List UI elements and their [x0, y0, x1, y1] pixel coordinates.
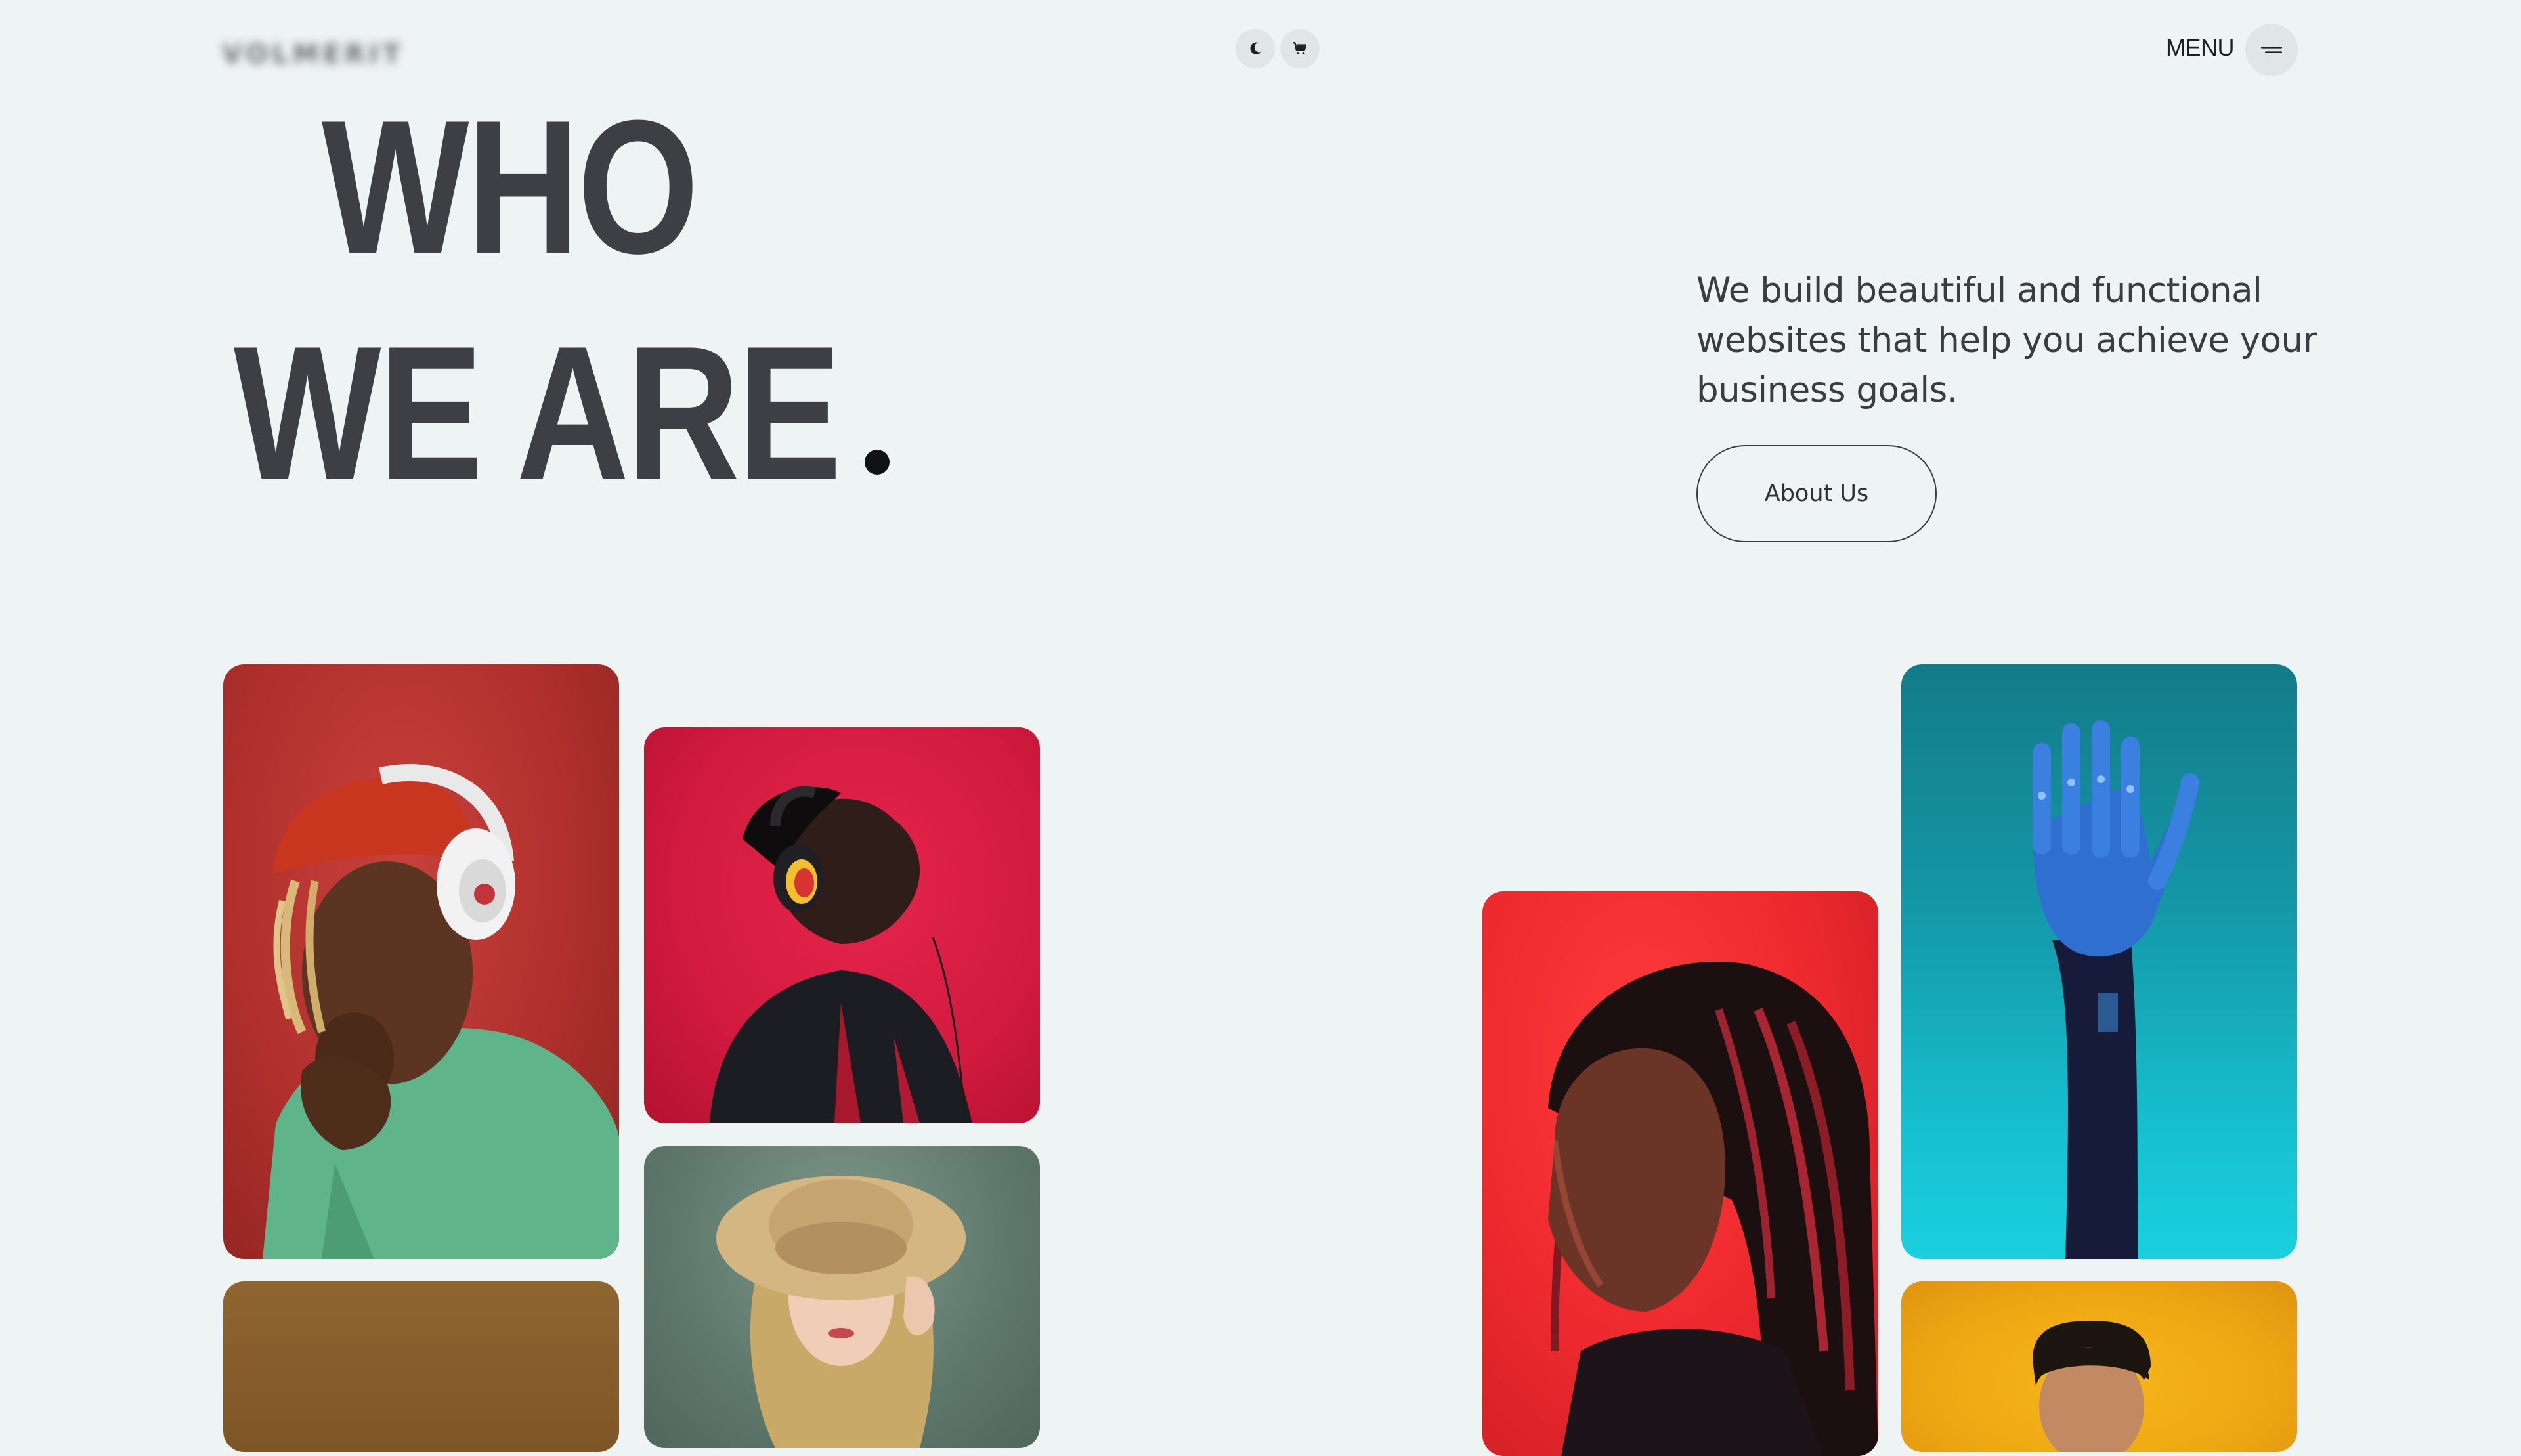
portrait-headphones-image: [263, 764, 619, 1259]
robot-hand-image: [2033, 720, 2199, 1259]
portrait-hat-image: [716, 1176, 966, 1448]
portrait-headphones-red[interactable]: [223, 664, 619, 1259]
hero-title-line-1: WHO: [322, 81, 699, 293]
hero-description: We build beautiful and functional websit…: [1696, 270, 2317, 410]
portrait-profile-image: [710, 786, 972, 1123]
hero-dot: [865, 450, 890, 475]
portrait-profile-red[interactable]: [644, 727, 1040, 1123]
menu-button[interactable]: [2245, 24, 2298, 76]
portrait-yellow-image: [2033, 1321, 2151, 1452]
brand-logo[interactable]: VOLMERIT: [222, 39, 404, 70]
portrait-robot-hand[interactable]: [1901, 664, 2297, 1259]
portrait-hat-green[interactable]: [644, 1146, 1040, 1448]
portrait-braids[interactable]: [1482, 891, 1878, 1456]
hamburger-icon: [2261, 47, 2282, 53]
hero-title-line-2: WE ARE: [234, 307, 842, 519]
moon-icon: [1250, 42, 1262, 54]
theme-toggle-button[interactable]: [1236, 29, 1275, 68]
portrait-brown[interactable]: [223, 1281, 619, 1452]
portrait-braids-image: [1548, 961, 1878, 1456]
menu-label[interactable]: MENU: [2166, 34, 2235, 62]
cart-button[interactable]: [1280, 29, 1320, 68]
portrait-yellow[interactable]: [1901, 1281, 2297, 1452]
about-us-button[interactable]: About Us: [1696, 445, 1937, 542]
cart-icon: [1293, 42, 1307, 54]
